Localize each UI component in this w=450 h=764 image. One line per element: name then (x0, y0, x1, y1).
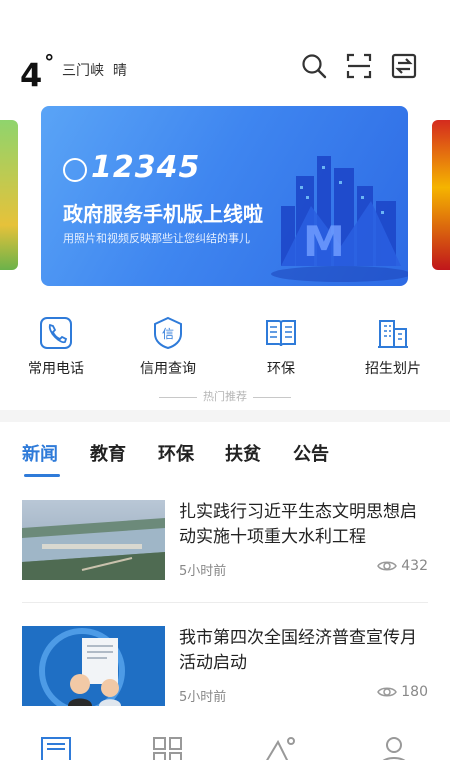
temperature: 4 ° (20, 50, 55, 95)
news-time: 5小时前 (179, 690, 227, 705)
carousel-next-slide[interactable] (432, 120, 450, 270)
quick-link-label: 环保 (267, 361, 295, 377)
news-divider (22, 602, 428, 603)
quick-link-environment[interactable]: 环保 (236, 316, 326, 378)
news-item[interactable]: 我市第四次全国经济普查宣传月活动启动 5小时前 180 (22, 626, 428, 710)
svg-text:信: 信 (162, 327, 174, 341)
banner-subline: 用照片和视频反映那些让您纠结的事儿 (63, 232, 250, 245)
top-bar: 4 ° 三门峡 晴 (0, 44, 450, 95)
credit-icon: 信 (154, 316, 182, 350)
location-weather[interactable]: 三门峡 晴 (62, 60, 127, 80)
quick-link-label: 信用查询 (140, 361, 196, 377)
news-time: 5小时前 (179, 564, 227, 579)
book-icon (266, 320, 296, 347)
phone-icon (63, 158, 87, 182)
banner-hotline: 12345 (91, 150, 201, 185)
quick-link-label: 招生划片 (365, 361, 421, 377)
news-views: 180 (377, 684, 428, 700)
search-icon[interactable] (300, 52, 328, 80)
banner-slide[interactable]: M 12345 政府服务手机版上线啦 用照片和视频反映那些让您纠结的事儿 (41, 106, 408, 286)
news-item[interactable]: 扎实践行习近平生态文明思想启动实施十项重大水利工程 5小时前 432 (22, 500, 428, 584)
tab-environment[interactable]: 环保 (158, 440, 194, 466)
banner-headline: 政府服务手机版上线啦 (63, 202, 263, 226)
carousel-prev-slide[interactable] (0, 120, 18, 270)
active-tab-indicator (24, 474, 60, 477)
quick-link-phone[interactable]: 常用电话 (11, 316, 101, 378)
eye-icon (377, 687, 398, 697)
tab-notice[interactable]: 公告 (293, 440, 329, 466)
section-separator (0, 410, 450, 422)
quick-link-label: 常用电话 (28, 361, 84, 377)
quick-links: 常用电话 信 信用查询 环保 招生划片 (0, 316, 450, 386)
news-title: 我市第四次全国经济普查宣传月活动启动 (179, 628, 417, 673)
toggle-icon[interactable] (390, 52, 418, 80)
svg-text:M: M (303, 217, 345, 266)
eye-icon (377, 561, 398, 571)
news-thumbnail (22, 500, 165, 580)
quick-link-credit[interactable]: 信 信用查询 (123, 316, 213, 378)
tab-poverty[interactable]: 扶贫 (225, 440, 261, 466)
scan-icon[interactable] (345, 52, 373, 80)
news-title: 扎实践行习近平生态文明思想启动实施十项重大水利工程 (179, 502, 417, 547)
phone-icon (40, 317, 72, 349)
weather-text: 晴 (112, 63, 127, 79)
category-tabs: 新闻 教育 环保 扶贫 公告 (22, 440, 442, 480)
bottom-nav (0, 734, 450, 764)
news-thumbnail (22, 626, 165, 706)
news-views: 432 (377, 558, 428, 574)
city-illustration: M (271, 156, 408, 282)
banner-carousel[interactable]: M 12345 政府服务手机版上线啦 用照片和视频反映那些让您纠结的事儿 (0, 104, 450, 286)
tab-education[interactable]: 教育 (90, 440, 126, 466)
hot-label: 热门推荐 (203, 390, 247, 403)
tab-news[interactable]: 新闻 (22, 440, 58, 466)
quick-link-enrollment[interactable]: 招生划片 (348, 316, 438, 378)
city-name: 三门峡 (62, 63, 104, 79)
building-icon (378, 320, 408, 348)
hot-recommend-divider: 热门推荐 (0, 388, 450, 404)
